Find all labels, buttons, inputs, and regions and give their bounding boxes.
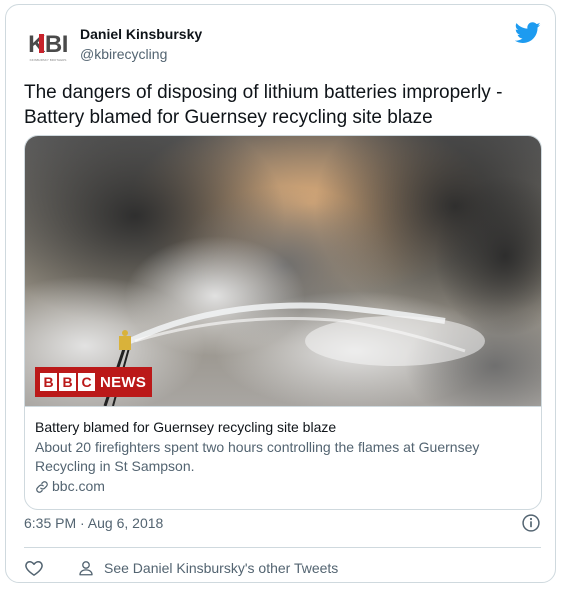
see-other-tweets-link[interactable]: See Daniel Kinsbursky's other Tweets: [104, 560, 338, 576]
avatar-logo-text: KBI: [28, 31, 68, 58]
avatar-logo-subtext: KINSBURSKY BROTHERS: [30, 58, 67, 62]
bbc-letter-b2: B: [59, 373, 76, 391]
link-preview-meta: Battery blamed for Guernsey recycling si…: [25, 406, 541, 509]
author-name[interactable]: Daniel Kinsbursky: [80, 26, 202, 42]
tweet-timestamp[interactable]: 6:35 PM · Aug 6, 2018: [24, 515, 163, 531]
tweet-card: KBI KINSBURSKY BROTHERS Daniel Kinsbursk…: [5, 4, 556, 583]
tweet-text: The dangers of disposing of lithium batt…: [24, 82, 503, 128]
link-preview-description: About 20 firefighters spent two hours co…: [35, 439, 480, 474]
tweet-header: KBI KINSBURSKY BROTHERS Daniel Kinsbursk…: [24, 22, 541, 66]
person-icon: [79, 561, 93, 576]
bbc-letter-c: C: [78, 373, 95, 391]
link-preview-title: Battery blamed for Guernsey recycling si…: [35, 419, 337, 435]
link-preview-domain: bbc.com: [52, 478, 105, 494]
link-preview-domain-row: bbc.com: [35, 477, 531, 496]
twitter-bird-icon[interactable]: [515, 22, 541, 44]
bbc-news-badge: B B C NEWS: [35, 367, 153, 397]
avatar[interactable]: KBI KINSBURSKY BROTHERS: [24, 24, 72, 64]
bbc-news-word: NEWS: [100, 373, 147, 391]
tweet-actions: See Daniel Kinsbursky's other Tweets: [24, 556, 338, 580]
link-preview-card[interactable]: B B C NEWS Battery blamed for Guernsey r…: [24, 135, 542, 510]
heart-icon[interactable]: [24, 558, 44, 578]
divider: [24, 547, 541, 548]
author-handle[interactable]: @kbirecycling: [80, 46, 167, 62]
bbc-letter-b1: B: [40, 373, 57, 391]
info-icon[interactable]: [521, 513, 541, 533]
news-photo: [25, 136, 541, 406]
link-icon: [36, 480, 48, 493]
